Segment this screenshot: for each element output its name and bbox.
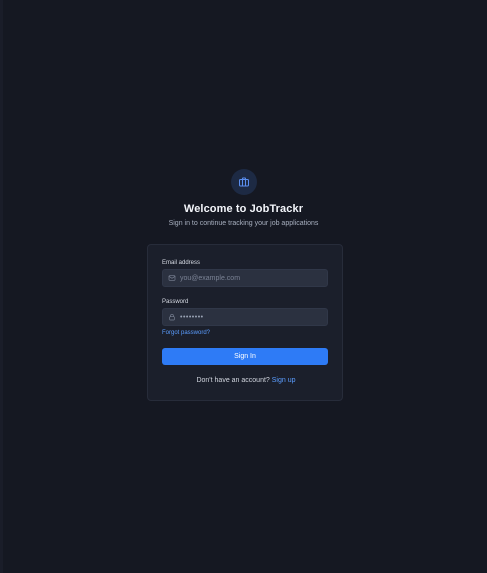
page-title: Welcome to JobTrackr bbox=[183, 203, 304, 215]
page-subtitle: Sign in to continue tracking your job ap… bbox=[168, 220, 319, 227]
brand-logo bbox=[231, 169, 257, 195]
password-value: •••••••• bbox=[180, 313, 204, 321]
email-field[interactable]: you@example.com bbox=[162, 269, 328, 287]
sign-up-link[interactable]: Sign up bbox=[272, 377, 296, 384]
email-label: Email address bbox=[162, 260, 201, 266]
signup-row: Don't have an account? Sign up bbox=[148, 377, 344, 384]
mail-icon bbox=[168, 274, 176, 282]
sign-in-button[interactable]: Sign In bbox=[162, 348, 328, 365]
briefcase-icon bbox=[238, 176, 250, 188]
password-field[interactable]: •••••••• bbox=[162, 308, 328, 326]
login-card: Email address you@example.com Password •… bbox=[147, 244, 343, 401]
signup-prompt: Don't have an account? bbox=[196, 377, 270, 384]
forgot-password-link[interactable]: Forgot password? bbox=[162, 330, 210, 336]
lock-icon bbox=[168, 313, 176, 321]
email-placeholder: you@example.com bbox=[180, 274, 241, 282]
password-label: Password bbox=[162, 299, 189, 305]
